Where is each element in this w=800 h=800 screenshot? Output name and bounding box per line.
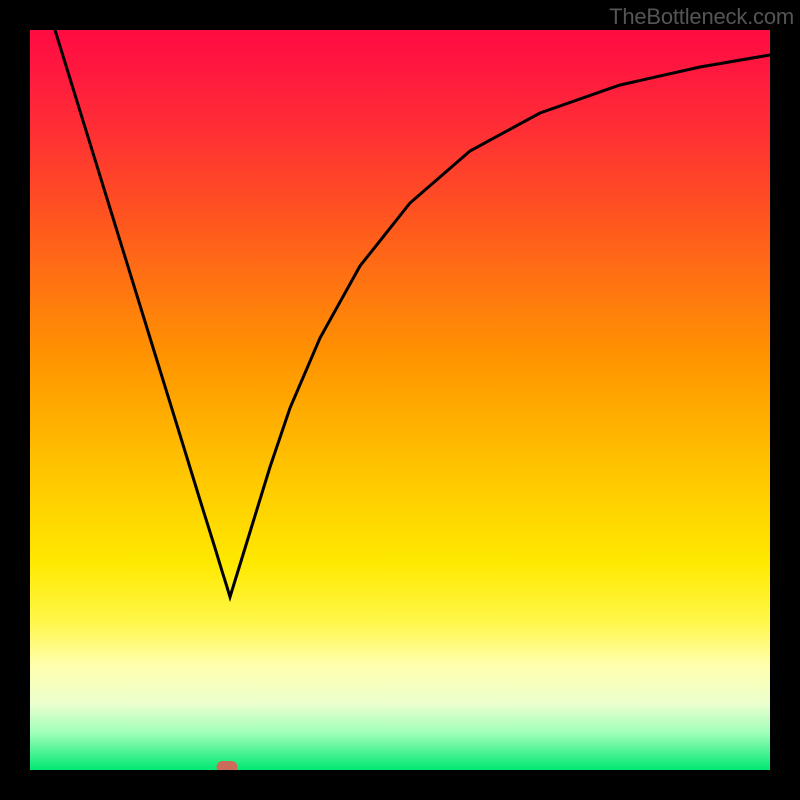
minimum-marker [217,761,238,770]
curve-svg [30,30,770,770]
bottleneck-curve [55,30,770,597]
chart-plot-area [30,30,770,770]
attribution-watermark: TheBottleneck.com [609,4,794,30]
